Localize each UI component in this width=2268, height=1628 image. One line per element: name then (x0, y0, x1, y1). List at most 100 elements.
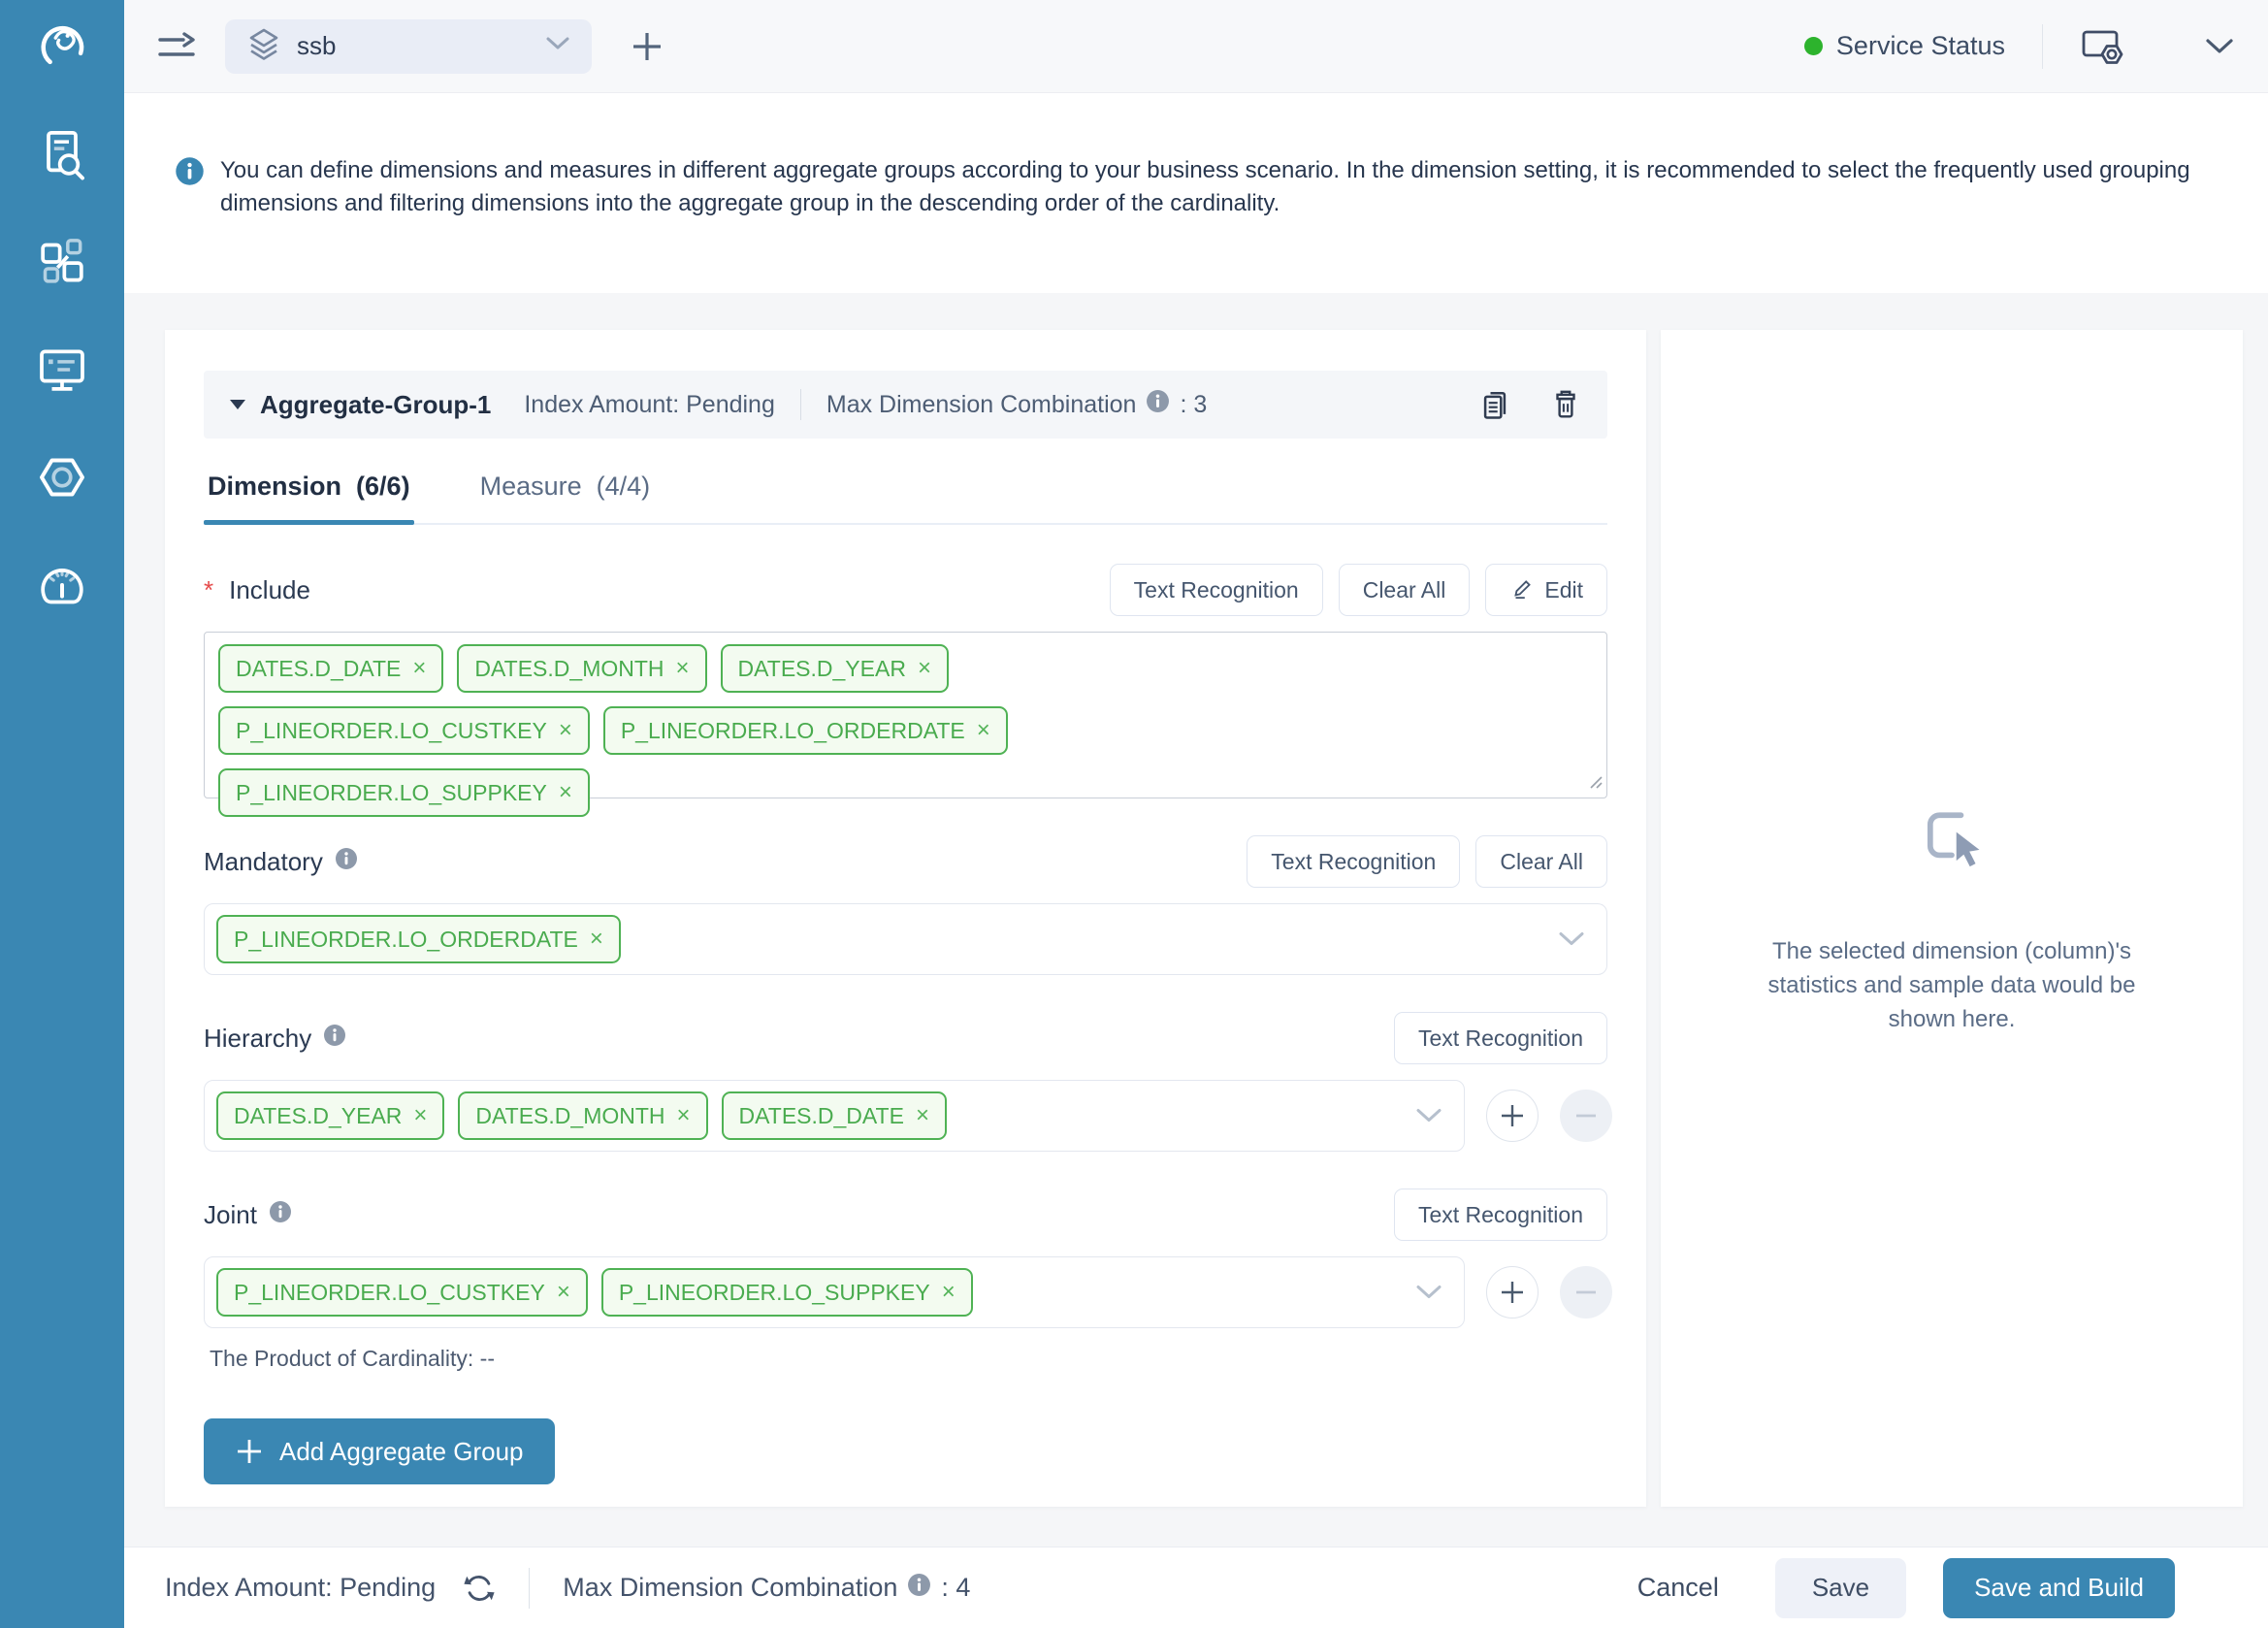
remove-hierarchy-button[interactable] (1560, 1090, 1612, 1142)
close-icon[interactable]: × (676, 657, 690, 680)
close-icon[interactable]: × (412, 657, 426, 680)
include-edit-button[interactable]: Edit (1485, 564, 1607, 616)
tab-measure[interactable]: Measure (4/4) (476, 472, 655, 523)
group-title: Aggregate-Group-1 (260, 390, 491, 420)
save-button[interactable]: Save (1775, 1558, 1906, 1618)
mandatory-row: Mandatory Text Recognition Clear All (204, 835, 1607, 888)
mandatory-tags: P_LINEORDER.LO_ORDERDATE × (216, 915, 621, 963)
include-row: * Include Text Recognition Clear All Edi… (204, 564, 1607, 616)
close-icon[interactable]: × (590, 928, 603, 951)
add-aggregate-group-button[interactable]: Add Aggregate Group (204, 1418, 555, 1484)
dimension-tag-label: P_LINEORDER.LO_CUSTKEY (234, 1280, 545, 1306)
chevron-down-icon[interactable] (1415, 1285, 1442, 1301)
resize-handle[interactable] (1587, 773, 1603, 794)
mandatory-clear-all-button[interactable]: Clear All (1475, 835, 1607, 888)
include-tag-box[interactable]: DATES.D_DATE × DATES.D_MONTH × DATES.D_Y… (204, 632, 1607, 798)
project-selector[interactable]: ssb (225, 19, 592, 74)
tab-measure-count: (4/4) (597, 472, 651, 501)
main-area: Aggregate-Group-1 Index Amount: Pending … (124, 293, 2268, 1547)
hierarchy-text-recognition-button[interactable]: Text Recognition (1394, 1012, 1607, 1064)
dimension-measure-tabs: Dimension (6/6) Measure (4/4) (204, 472, 1607, 525)
close-icon[interactable]: × (677, 1104, 691, 1127)
chevron-down-icon (545, 36, 570, 56)
add-hierarchy-button[interactable] (1486, 1090, 1539, 1142)
hexagon-nut-icon (35, 450, 89, 509)
dimension-tag: DATES.D_MONTH × (458, 1091, 707, 1140)
info-icon[interactable] (269, 1200, 292, 1230)
info-icon[interactable] (907, 1573, 931, 1604)
project-name: ssb (297, 31, 530, 61)
layers-icon (246, 26, 281, 66)
text-recognition-label: Text Recognition (1271, 849, 1436, 875)
text-recognition-label: Text Recognition (1134, 577, 1299, 603)
sidebar-item-modeling[interactable] (34, 236, 90, 292)
chevron-down-icon[interactable] (1558, 931, 1585, 948)
gauge-icon (35, 558, 89, 617)
user-menu-chevron-icon[interactable] (2204, 38, 2235, 55)
hierarchy-select[interactable]: DATES.D_YEAR × DATES.D_MONTH × DATES.D_D… (204, 1080, 1465, 1152)
tab-measure-label: Measure (480, 472, 582, 501)
clear-all-label: Clear All (1363, 577, 1446, 603)
dimension-tag: P_LINEORDER.LO_SUPPKEY × (601, 1268, 973, 1317)
console-settings-icon[interactable] (2080, 26, 2124, 67)
footer-max-combination-value: : 4 (941, 1573, 970, 1603)
statistics-hint-text: The selected dimension (column)'s statis… (1733, 934, 2170, 1036)
close-icon[interactable]: × (977, 719, 990, 742)
status-dot-icon (1804, 37, 1823, 55)
sidebar-item-admin[interactable] (34, 559, 90, 615)
dimension-tag-label: P_LINEORDER.LO_SUPPKEY (236, 780, 547, 806)
joint-label-text: Joint (204, 1200, 257, 1230)
mandatory-text-recognition-button[interactable]: Text Recognition (1247, 835, 1460, 888)
group-header-divider (800, 389, 801, 420)
edit-label: Edit (1544, 577, 1583, 603)
sidebar-item-query[interactable] (34, 128, 90, 184)
close-icon[interactable]: × (413, 1104, 427, 1127)
joint-text-recognition-button[interactable]: Text Recognition (1394, 1188, 1607, 1241)
cardinality-text: The Product of Cardinality: -- (204, 1346, 1607, 1372)
close-icon[interactable]: × (559, 781, 572, 804)
dimension-tag: P_LINEORDER.LO_SUPPKEY × (218, 768, 590, 817)
text-recognition-label: Text Recognition (1418, 1202, 1583, 1228)
add-joint-button[interactable] (1486, 1266, 1539, 1319)
close-icon[interactable]: × (557, 1281, 570, 1304)
service-status[interactable]: Service Status (1804, 31, 2005, 61)
sidebar-item-monitor[interactable] (34, 343, 90, 400)
refresh-icon[interactable] (463, 1572, 496, 1605)
footer-max-combination: Max Dimension Combination : 4 (563, 1573, 970, 1604)
info-icon[interactable] (1146, 389, 1170, 420)
dimension-tag-label: DATES.D_MONTH (475, 1103, 664, 1129)
close-icon[interactable]: × (916, 1104, 929, 1127)
caret-down-icon[interactable] (229, 399, 246, 410)
info-icon[interactable] (335, 847, 358, 877)
cancel-button[interactable]: Cancel (1637, 1573, 1719, 1603)
close-icon[interactable]: × (559, 719, 572, 742)
mandatory-label-text: Mandatory (204, 847, 323, 877)
include-clear-all-button[interactable]: Clear All (1339, 564, 1471, 616)
include-text-recognition-button[interactable]: Text Recognition (1110, 564, 1323, 616)
delete-icon[interactable] (1549, 387, 1582, 422)
tab-dimension[interactable]: Dimension (6/6) (204, 472, 414, 523)
dimension-tag: DATES.D_MONTH × (457, 644, 706, 693)
info-icon[interactable] (323, 1024, 346, 1054)
dimension-tag-label: DATES.D_YEAR (234, 1103, 402, 1129)
text-recognition-label: Text Recognition (1418, 1026, 1583, 1052)
add-project-button[interactable] (629, 28, 665, 65)
topbar-divider (2042, 24, 2043, 69)
close-icon[interactable]: × (918, 657, 931, 680)
copy-icon[interactable] (1477, 387, 1512, 422)
collapse-menu-icon[interactable] (157, 30, 198, 63)
max-combination-value: : 3 (1180, 391, 1207, 419)
remove-joint-button[interactable] (1560, 1266, 1612, 1319)
mandatory-select[interactable]: P_LINEORDER.LO_ORDERDATE × (204, 903, 1607, 975)
dimension-tag-label: P_LINEORDER.LO_SUPPKEY (619, 1280, 930, 1306)
monitor-icon (35, 342, 89, 402)
joint-select[interactable]: P_LINEORDER.LO_CUSTKEY × P_LINEORDER.LO_… (204, 1256, 1465, 1328)
chevron-down-icon[interactable] (1415, 1108, 1442, 1124)
save-and-build-button[interactable]: Save and Build (1943, 1558, 2175, 1618)
dimension-tag-label: P_LINEORDER.LO_ORDERDATE (621, 718, 965, 744)
tab-dimension-count: (6/6) (356, 472, 410, 501)
hierarchy-label: Hierarchy (204, 1024, 346, 1054)
sidebar-item-settings[interactable] (34, 451, 90, 507)
banner-text: You can define dimensions and measures i… (220, 154, 2190, 293)
close-icon[interactable]: × (942, 1281, 956, 1304)
